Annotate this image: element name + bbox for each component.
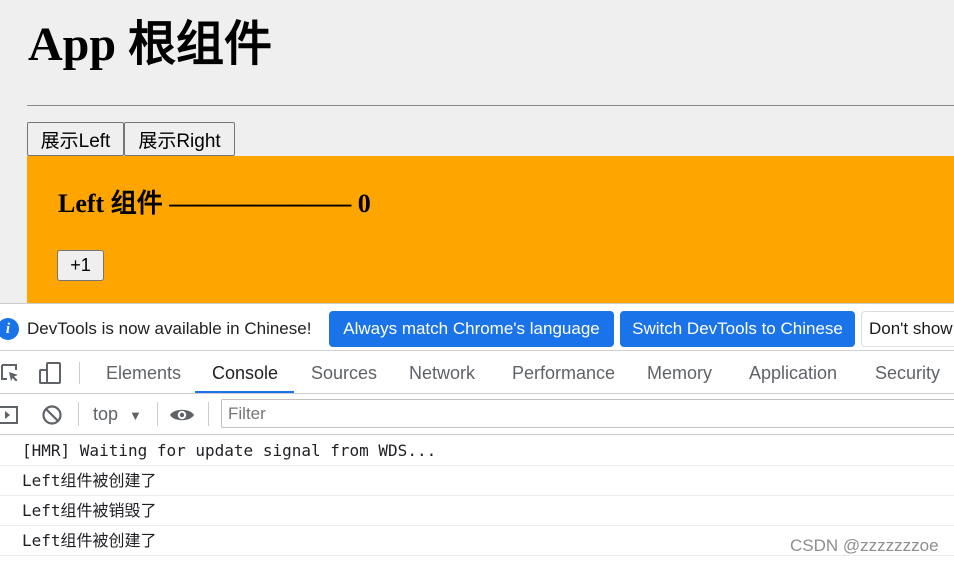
console-message-text: Left组件被销毁了: [22, 501, 157, 520]
tab-network[interactable]: Network: [409, 351, 475, 393]
show-left-button[interactable]: 展示Left: [27, 122, 124, 156]
dropdown-arrow-icon: ▼: [129, 408, 142, 423]
live-expression-eye-icon[interactable]: [169, 403, 194, 427]
left-component-panel: Left 组件 ——————— 0 +1: [27, 156, 954, 303]
always-match-language-button[interactable]: Always match Chrome's language: [329, 311, 614, 347]
horizontal-rule: [27, 105, 954, 106]
tab-application[interactable]: Application: [749, 351, 837, 393]
execution-context-select[interactable]: top ▼: [93, 401, 142, 427]
increment-button[interactable]: +1: [57, 250, 104, 281]
tab-sources[interactable]: Sources: [311, 351, 377, 393]
console-message-text: [HMR] Waiting for update signal from WDS…: [22, 441, 437, 460]
page-viewport: App 根组件 展示Left 展示Right Left 组件 ——————— 0…: [0, 0, 954, 303]
devtools-panel: i DevTools is now available in Chinese! …: [0, 303, 954, 562]
switch-to-chinese-button[interactable]: Switch DevTools to Chinese: [620, 311, 855, 347]
toolbar-separator: [157, 402, 158, 426]
toolbar-separator: [79, 362, 80, 384]
console-filter-input[interactable]: [221, 399, 954, 428]
tab-security[interactable]: Security: [875, 351, 940, 393]
console-message-text: Left组件被创建了: [22, 471, 157, 490]
app-title: App 根组件: [28, 18, 273, 71]
context-value: top: [93, 404, 119, 424]
console-sidebar-toggle-icon[interactable]: [0, 403, 20, 427]
console-toolbar: top ▼: [0, 394, 954, 435]
active-tab-indicator: [195, 391, 294, 393]
console-message: Left组件被创建了: [0, 466, 954, 496]
language-infobar: i DevTools is now available in Chinese! …: [0, 303, 954, 351]
console-message: Left组件被销毁了: [0, 496, 954, 526]
console-message: [HMR] Waiting for update signal from WDS…: [0, 436, 954, 466]
info-icon: i: [0, 318, 19, 340]
toolbar-separator: [78, 402, 79, 426]
watermark: CSDN @zzzzzzzoe: [790, 536, 939, 555]
tab-console[interactable]: Console: [212, 351, 278, 393]
console-message-text: Left组件被创建了: [22, 531, 157, 550]
tab-memory[interactable]: Memory: [647, 351, 712, 393]
show-right-button[interactable]: 展示Right: [124, 122, 235, 156]
tab-performance[interactable]: Performance: [512, 351, 615, 393]
devtools-tab-bar: Elements Console Sources Network Perform…: [0, 351, 954, 394]
left-component-heading: Left 组件 ——————— 0: [58, 189, 371, 218]
dont-show-again-button[interactable]: Don't show again: [861, 311, 954, 347]
inspect-element-icon[interactable]: [0, 361, 22, 385]
device-toolbar-icon[interactable]: [38, 361, 62, 385]
tab-elements[interactable]: Elements: [106, 351, 181, 393]
clear-console-icon[interactable]: [40, 403, 64, 427]
toolbar-separator: [208, 402, 209, 426]
infobar-message: DevTools is now available in Chinese!: [27, 319, 312, 338]
